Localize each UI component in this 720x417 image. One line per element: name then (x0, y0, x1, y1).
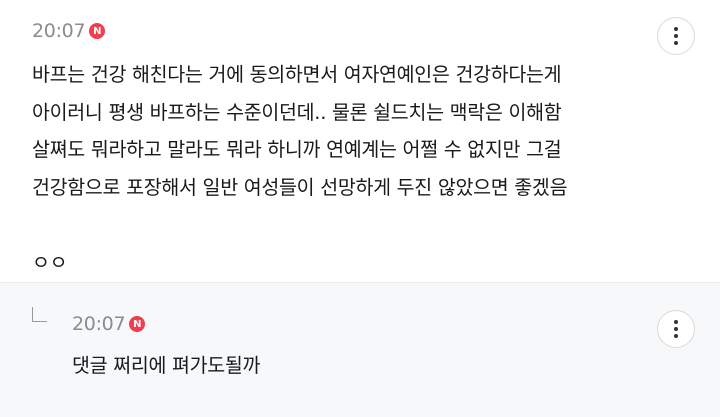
comment-line: 살쪄도 뭐라하고 말라도 뭐라 하니까 연예계는 어쩔 수 없지만 그걸 (32, 138, 562, 161)
comment-line: 아이러니 평생 바프하는 수준이던데.. 물론 쉴드치는 맥락은 이해함 (32, 100, 562, 124)
reply-time: 20:07 (72, 313, 126, 335)
comment-meta: 20:07 N (32, 20, 106, 42)
comment-more-button[interactable] (657, 17, 695, 55)
more-vertical-icon (674, 320, 678, 338)
new-badge: N (89, 23, 106, 39)
comment-line (32, 206, 692, 244)
comment-line: 바프는 건강 해친다는 거에 동의하면서 여자연예인은 건강하다는게 (32, 63, 562, 86)
comment-line: 건강함으로 포장해서 일반 여성들이 선망하게 두진 않았으면 좋겠음 (32, 175, 568, 199)
comment-time: 20:07 (32, 20, 86, 42)
comment-body: 바프는 건강 해친다는 거에 동의하면서 여자연예인은 건강하다는게 아이러니 … (32, 56, 692, 281)
comment-item: 20:07 N 바프는 건강 해친다는 거에 동의하면서 여자연예인은 건강하다… (0, 0, 720, 282)
reply-body: 댓글 쩌리에 펴가도될까 (72, 354, 261, 377)
reply-item: 20:07 N 댓글 쩌리에 펴가도될까 (0, 282, 720, 417)
reply-arrow-icon (32, 307, 47, 322)
comment-line: ㅇㅇ (32, 250, 68, 274)
reply-meta: 20:07 N (72, 313, 146, 335)
more-vertical-icon (674, 27, 678, 45)
new-badge: N (129, 316, 146, 332)
reply-more-button[interactable] (657, 310, 695, 348)
